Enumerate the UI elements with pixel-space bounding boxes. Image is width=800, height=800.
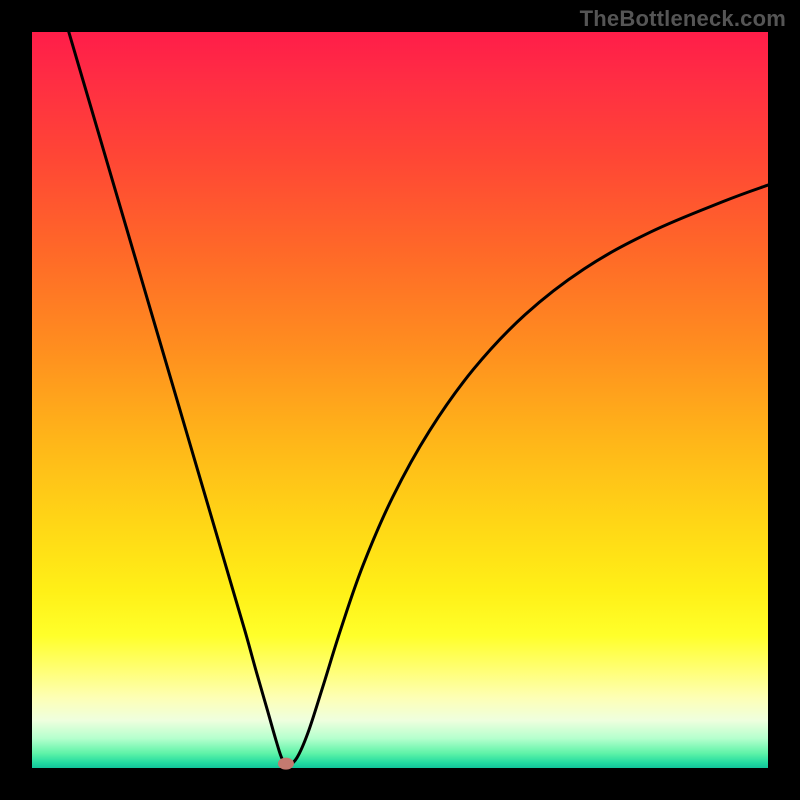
optimum-marker: [278, 758, 294, 770]
bottleneck-curve: [69, 32, 768, 765]
chart-frame: TheBottleneck.com: [0, 0, 800, 800]
plot-area: [32, 32, 768, 768]
curve-svg: [32, 32, 768, 768]
watermark-text: TheBottleneck.com: [580, 6, 786, 32]
